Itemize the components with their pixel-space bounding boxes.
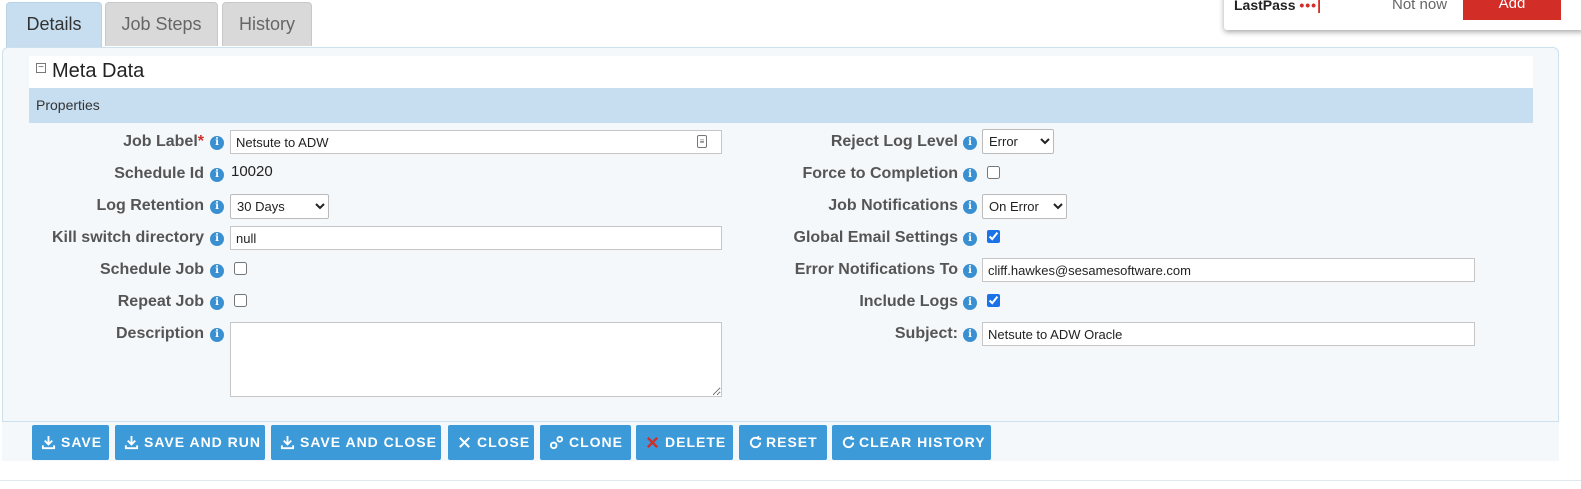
close-button[interactable]: CLOSE <box>448 425 534 460</box>
error-notifications-label: Error Notifications To <box>794 261 958 278</box>
schedule-job-checkbox[interactable] <box>234 262 247 275</box>
save-and-run-button[interactable]: SAVE AND RUN <box>115 425 265 460</box>
description-label: Description <box>115 325 204 342</box>
action-button-bar: SAVE SAVE AND RUN SAVE AND CLOSE CLOSE C… <box>2 421 1559 461</box>
job-label-input[interactable] <box>230 130 722 154</box>
schedule-id-label: Schedule Id <box>114 165 204 182</box>
log-retention-label: Log Retention <box>96 197 204 214</box>
bottom-divider <box>0 480 1581 481</box>
kill-switch-label: Kill switch directory <box>51 229 204 246</box>
info-icon[interactable]: i <box>963 232 977 246</box>
subject-label: Subject: <box>894 325 958 342</box>
tab-job-steps[interactable]: Job Steps <box>105 2 218 46</box>
include-logs-label: Include Logs <box>859 293 958 310</box>
info-icon[interactable]: i <box>210 296 224 310</box>
job-notifications-select[interactable]: On Error <box>982 194 1067 219</box>
force-completion-checkbox[interactable] <box>987 166 1000 179</box>
info-icon[interactable]: i <box>210 136 224 150</box>
kill-switch-input[interactable] <box>230 226 722 250</box>
save-and-close-button[interactable]: SAVE AND CLOSE <box>271 425 441 460</box>
collapse-icon[interactable]: − <box>36 63 46 73</box>
info-icon[interactable]: i <box>963 328 977 342</box>
refresh-icon <box>842 435 855 449</box>
info-icon[interactable]: i <box>210 328 224 342</box>
schedule-job-label: Schedule Job <box>99 261 204 278</box>
gears-icon <box>549 435 564 450</box>
log-retention-select[interactable]: 30 Days <box>230 194 329 219</box>
info-icon[interactable]: i <box>963 136 977 150</box>
description-textarea[interactable] <box>230 322 722 397</box>
info-icon[interactable]: i <box>210 168 224 182</box>
lastpass-logo: LastPass •••| <box>1234 0 1322 16</box>
repeat-job-checkbox[interactable] <box>234 294 247 307</box>
info-icon[interactable]: i <box>210 232 224 246</box>
info-icon[interactable]: i <box>963 264 977 278</box>
info-icon[interactable]: i <box>963 168 977 182</box>
force-completion-label: Force to Completion <box>802 165 958 182</box>
include-logs-checkbox[interactable] <box>987 294 1000 307</box>
schedule-id-value: 10020 <box>231 163 273 180</box>
lastpass-not-now-button[interactable]: Not now <box>1392 0 1447 16</box>
tab-details[interactable]: Details <box>6 2 102 48</box>
global-email-label: Global Email Settings <box>793 229 958 246</box>
info-icon[interactable]: i <box>963 200 977 214</box>
clear-history-button[interactable]: CLEAR HISTORY <box>832 425 991 460</box>
section-title: Meta Data <box>52 60 145 82</box>
reject-log-level-label: Reject Log Level <box>830 133 958 150</box>
lastpass-add-button[interactable]: Add <box>1463 0 1561 20</box>
properties-subheader: Properties <box>29 88 1533 123</box>
job-label-label: Job Label* <box>123 133 204 150</box>
error-notifications-input[interactable] <box>982 258 1475 282</box>
subject-input[interactable] <box>982 322 1475 346</box>
reset-button[interactable]: RESET <box>739 425 827 460</box>
delete-button[interactable]: DELETE <box>636 425 733 460</box>
reject-log-level-select[interactable]: Error <box>982 129 1054 154</box>
info-icon[interactable]: i <box>963 296 977 310</box>
lastpass-save-prompt: LastPass •••| Not now Add <box>1224 0 1581 30</box>
info-icon[interactable]: i <box>210 200 224 214</box>
global-email-checkbox[interactable] <box>987 230 1000 243</box>
save-button[interactable]: SAVE <box>32 425 109 460</box>
repeat-job-label: Repeat Job <box>117 293 204 310</box>
close-icon <box>459 437 470 448</box>
clone-button[interactable]: CLONE <box>540 425 631 460</box>
download-icon <box>41 435 56 450</box>
lastpass-logo-dots: •••| <box>1299 0 1322 13</box>
info-icon[interactable]: i <box>210 264 224 278</box>
delete-x-icon <box>646 436 659 449</box>
meta-data-header: − Meta Data <box>29 56 1533 88</box>
details-panel: − Meta Data Properties <box>2 47 1559 461</box>
tab-history[interactable]: History <box>222 2 312 46</box>
refresh-icon <box>749 435 762 449</box>
required-mark: * <box>197 133 204 150</box>
job-notifications-label: Job Notifications <box>828 197 958 214</box>
download-icon <box>280 435 295 450</box>
download-icon <box>124 435 139 450</box>
